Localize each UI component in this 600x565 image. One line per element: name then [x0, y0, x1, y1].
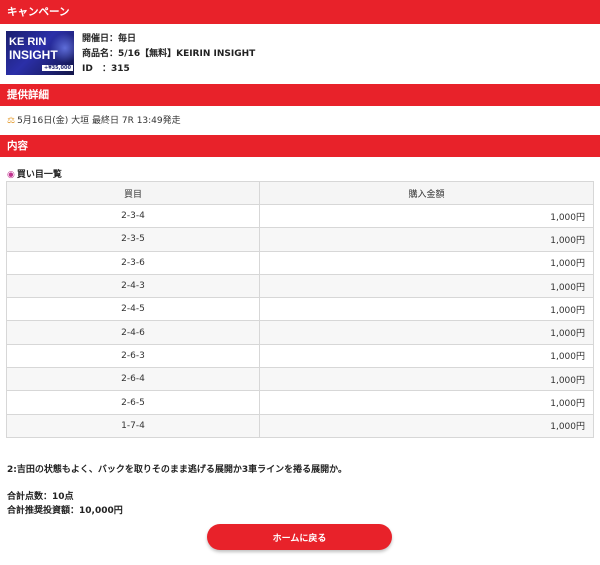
product-value: 5/16【無料】KEIRIN INSIGHT: [118, 49, 256, 59]
table-row: 2-3-5 1,000円: [6, 227, 594, 252]
amount-header: 購入金額: [259, 181, 594, 205]
product-row: 商品名：5/16【無料】KEIRIN INSIGHT: [82, 47, 255, 62]
date-value: 毎日: [118, 34, 137, 44]
home-button[interactable]: ホームに戻る: [207, 524, 392, 550]
bike-icon: ⚖: [7, 116, 16, 126]
total-points: 合計点数：10点: [7, 492, 74, 502]
table-row: 2-3-6 1,000円: [6, 250, 594, 275]
buy-list-title-text: 買い目一覧: [16, 170, 62, 180]
amount-cell: 1,000円: [259, 227, 594, 252]
combo-cell: 2-6-4: [6, 367, 260, 392]
target-icon: ◉: [7, 170, 15, 180]
amount-cell: 1,000円: [259, 203, 594, 229]
amount-cell: 1,000円: [259, 390, 594, 415]
combo-cell: 2-4-6: [6, 320, 260, 345]
thumbnail-title-line2: INSIGHT: [9, 48, 58, 62]
totals-block: 合計点数：10点 合計推奨投資額：10,000円: [7, 490, 123, 518]
combo-cell: 2-6-3: [6, 343, 260, 369]
combo-cell: 2-4-3: [6, 273, 260, 299]
product-label: 商品名：: [82, 49, 119, 59]
combo-header: 買目: [6, 181, 260, 205]
thumbnail-badge: +¥35,000: [42, 65, 73, 71]
combo-cell: 2-3-4: [6, 203, 260, 229]
amount-cell: 1,000円: [259, 273, 594, 299]
date-row: 開催日：毎日: [82, 32, 255, 47]
table-row: 2-4-3 1,000円: [6, 273, 594, 299]
amount-cell: 1,000円: [259, 367, 594, 392]
combo-cell: 1-7-4: [6, 413, 260, 438]
id-value: ：315: [102, 64, 130, 74]
combo-cell: 2-6-5: [6, 390, 260, 415]
combo-cell: 2-4-5: [6, 297, 260, 322]
amount-cell: 1,000円: [259, 297, 594, 322]
campaign-info: 開催日：毎日 商品名：5/16【無料】KEIRIN INSIGHT ID ：315: [82, 32, 255, 77]
race-detail: ⚖ 5月16日(金) 大垣 最終日 7R 13:49発走: [7, 113, 181, 126]
table-row: 2-4-5 1,000円: [6, 297, 594, 322]
combo-cell: 2-3-5: [6, 227, 260, 252]
campaign-thumbnail[interactable]: KE RIN INSIGHT +¥35,000: [6, 31, 74, 75]
table-row: 2-6-3 1,000円: [6, 343, 594, 369]
date-label: 開催日：: [82, 34, 119, 44]
amount-cell: 1,000円: [259, 343, 594, 369]
buy-table: 買目 購入金額 2-3-4 1,000円 2-3-5 1,000円 2-3-6 1,0…: [6, 181, 594, 438]
thumbnail-title-line1: KE RIN: [9, 36, 47, 48]
table-row: 2-6-5 1,000円: [6, 390, 594, 415]
amount-cell: 1,000円: [259, 413, 594, 438]
table-row: 1-7-4 1,000円: [6, 413, 594, 438]
table-row: 2-6-4 1,000円: [6, 367, 594, 392]
table-row: 2-3-4 1,000円: [6, 203, 594, 229]
combo-cell: 2-3-6: [6, 250, 260, 275]
amount-cell: 1,000円: [259, 320, 594, 345]
campaign-card: KE RIN INSIGHT +¥35,000 開催日：毎日 商品名：5/16【…: [6, 28, 596, 78]
amount-cell: 1,000円: [259, 250, 594, 275]
id-label: ID: [82, 64, 93, 74]
content-section-header: 内容: [0, 135, 600, 157]
race-comment: 2:吉田の状態もよく、バックを取りそのまま逃げる展開か3車ラインを捲る展開か。: [7, 465, 347, 475]
race-detail-text: 5月16日(金) 大垣 最終日 7R 13:49発走: [17, 116, 181, 126]
detail-section-header: 提供詳細: [0, 84, 600, 106]
id-row: ID ：315: [82, 62, 255, 77]
total-amount: 合計推奨投資額：10,000円: [7, 506, 123, 516]
campaign-section-header: キャンペーン: [0, 0, 600, 24]
buy-list-title: ◉ 買い目一覧: [7, 167, 62, 180]
buy-table-header-row: 買目 購入金額: [6, 181, 594, 205]
table-row: 2-4-6 1,000円: [6, 320, 594, 345]
